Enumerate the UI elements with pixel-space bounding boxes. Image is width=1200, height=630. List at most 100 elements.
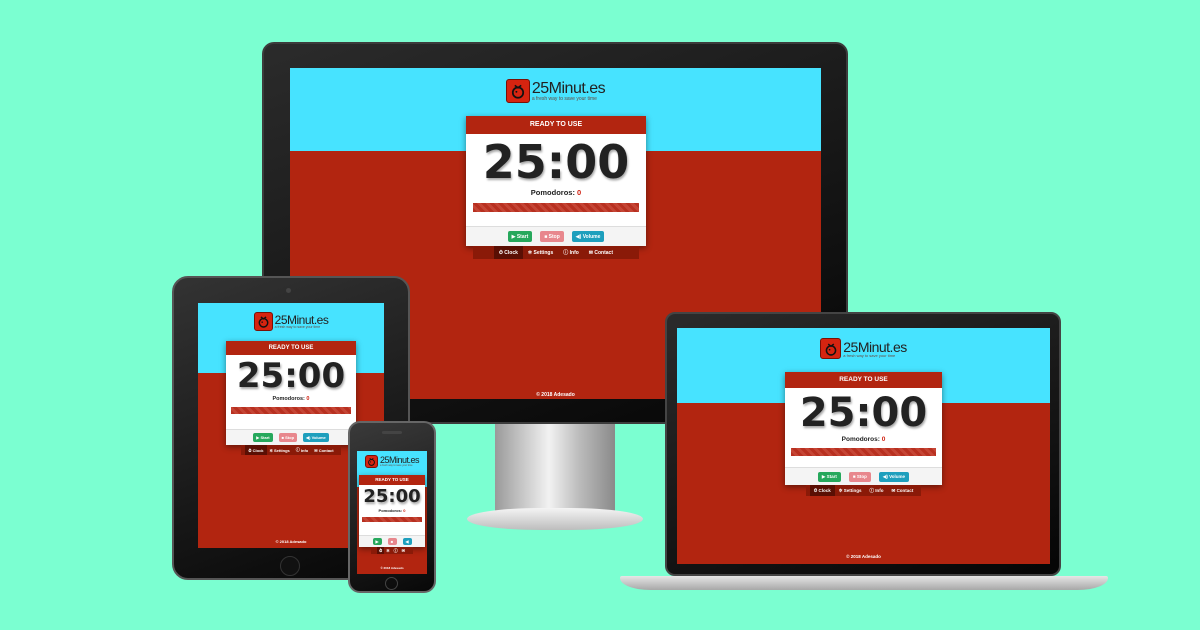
brand-tagline: a fresh way to save your time — [531, 95, 597, 102]
stop-label: Stop — [285, 435, 295, 440]
tab-contact[interactable]: ✉ Contact — [584, 246, 618, 259]
stop-button[interactable]: ■ Stop — [540, 231, 564, 242]
progress-bar — [791, 448, 936, 456]
stop-button[interactable]: ■ Stop — [848, 471, 871, 482]
volume-button[interactable]: ◀) Volume — [303, 433, 329, 442]
tab-contact-label: Contact — [318, 447, 334, 453]
brand-name: 25Minut.es — [843, 338, 907, 355]
brand-tagline: a fresh way to save your time — [274, 324, 321, 329]
start-button[interactable]: ▶ — [372, 538, 382, 545]
pomodoro-label: Pomodoros: — [272, 396, 305, 402]
tab-contact[interactable]: ✉ — [400, 547, 407, 554]
stop-label: Stop — [856, 474, 867, 479]
play-icon: ▶ — [375, 539, 379, 544]
timer-display: 25:00 — [363, 486, 421, 507]
volume-label: Volume — [582, 233, 601, 240]
tab-contact-label: Contact — [594, 249, 614, 256]
tab-settings-label: Settings — [533, 249, 554, 256]
timer-card: READY TO USE 25:00 Pomodoros: 0 ▶ Start … — [466, 116, 646, 246]
volume-label: Volume — [889, 474, 906, 479]
tab-settings-label: Settings — [274, 447, 290, 453]
tab-clock-label: Clock — [252, 447, 264, 453]
pomodoro-counter: Pomodoros: 0 — [466, 188, 646, 197]
pomodoro-count: 0 — [577, 188, 582, 197]
volume-label: Volume — [311, 435, 326, 440]
tab-info[interactable]: ⓘ — [392, 547, 400, 554]
tomato-logo-icon — [253, 312, 273, 331]
timer-display: 25:00 — [236, 356, 346, 396]
start-button[interactable]: ▶ Start — [507, 231, 533, 242]
timer-card: READY TO USE 25:00 Pomodoros: 0 ▶ Start … — [785, 372, 942, 485]
volume-button[interactable]: ◀) Volume — [878, 471, 910, 482]
stop-label: Stop — [548, 233, 560, 240]
pomodoro-counter: Pomodoros: 0 — [226, 396, 356, 402]
tab-settings[interactable]: ✲ Settings — [523, 246, 558, 259]
brand-tagline: a fresh way to save your time — [843, 352, 896, 358]
tomato-logo-icon — [364, 455, 378, 468]
tab-contact-label: Contact — [896, 488, 914, 493]
play-icon: ▶ — [511, 233, 516, 240]
tab-info[interactable]: ⓘ Info — [293, 445, 311, 455]
pomodoro-count: 0 — [403, 508, 406, 513]
stop-icon: ■ — [544, 233, 548, 240]
stop-button[interactable]: ■ Stop — [278, 433, 298, 442]
start-button[interactable]: ▶ Start — [817, 471, 841, 482]
play-icon: ▶ — [256, 435, 260, 440]
tab-settings-label: Settings — [843, 488, 862, 493]
pomodoro-counter: Pomodoros: 0 — [785, 436, 942, 443]
tab-clock[interactable]: ⏱ Clock — [809, 485, 835, 496]
timer-display: 25:00 — [799, 390, 928, 436]
status-label: READY TO USE — [785, 372, 942, 388]
pomodoro-label: Pomodoros: — [378, 508, 403, 513]
timer-card: READY TO USE 25:00 Pomodoros: 0 ▶ ■ ◀ — [359, 475, 425, 547]
pomodoro-label: Pomodoros: — [841, 436, 880, 443]
phone-screen: 25Minut.es a fresh way to save your time … — [357, 451, 427, 574]
stop-icon: ■ — [281, 435, 285, 440]
tab-clock[interactable]: ⏱ — [377, 547, 385, 554]
pomodoro-count: 0 — [306, 396, 310, 402]
phone: 25Minut.es a fresh way to save your time … — [348, 421, 436, 593]
start-button[interactable]: ▶ Start — [253, 433, 273, 442]
tab-settings[interactable]: ✲ — [384, 547, 391, 554]
timer-display: 25:00 — [482, 135, 630, 189]
volume-icon: ◀) — [575, 233, 582, 240]
start-label: Start — [516, 233, 529, 240]
stop-icon: ■ — [852, 474, 856, 479]
progress-bar — [231, 407, 351, 414]
progress-bar — [473, 203, 639, 212]
volume-icon: ◀) — [882, 473, 888, 479]
tab-info-label: Info — [875, 488, 884, 493]
footer-copyright: © 2018 Adesado — [846, 554, 881, 559]
brand-name: 25Minut.es — [531, 79, 606, 97]
progress-bar — [362, 517, 422, 522]
pomodoro-label: Pomodoros: — [530, 188, 575, 197]
tomato-logo-icon — [820, 338, 842, 359]
tab-clock[interactable]: ⏱ Clock — [245, 445, 267, 455]
tab-settings[interactable]: ✲ Settings — [267, 445, 293, 455]
tab-info-label: Info — [569, 249, 579, 256]
start-label: Start — [260, 435, 270, 440]
tab-contact[interactable]: ✉ Contact — [888, 485, 918, 496]
pomodoro-counter: Pomodoros: 0 — [359, 508, 425, 513]
volume-icon: ◀) — [306, 435, 311, 440]
tab-clock-label: Clock — [818, 488, 831, 493]
volume-button[interactable]: ◀) Volume — [571, 231, 605, 242]
laptop-screen: 25Minut.es a fresh way to save your time … — [677, 328, 1050, 564]
stop-button[interactable]: ■ — [387, 538, 397, 545]
brand-tagline: a fresh way to save your time — [379, 463, 413, 467]
footer-copyright: © 2018 Adesado — [380, 566, 404, 570]
timer-card: READY TO USE 25:00 Pomodoros: 0 ▶ Start … — [226, 341, 356, 445]
tab-info-label: Info — [300, 447, 309, 453]
tab-clock[interactable]: ⏱ Clock — [493, 246, 523, 259]
volume-icon: ◀ — [405, 539, 409, 544]
tab-info[interactable]: ⓘ Info — [866, 485, 888, 496]
volume-button[interactable]: ◀ — [402, 538, 412, 545]
tab-contact[interactable]: ✉ Contact — [311, 445, 336, 455]
status-label: READY TO USE — [466, 116, 646, 134]
brand-name: 25Minut.es — [274, 312, 329, 327]
tomato-logo-icon — [505, 79, 530, 103]
pomodoro-count: 0 — [881, 436, 886, 443]
start-label: Start — [826, 474, 837, 479]
tab-settings[interactable]: ✲ Settings — [835, 485, 866, 496]
tab-info[interactable]: ⓘ Info — [558, 246, 584, 259]
